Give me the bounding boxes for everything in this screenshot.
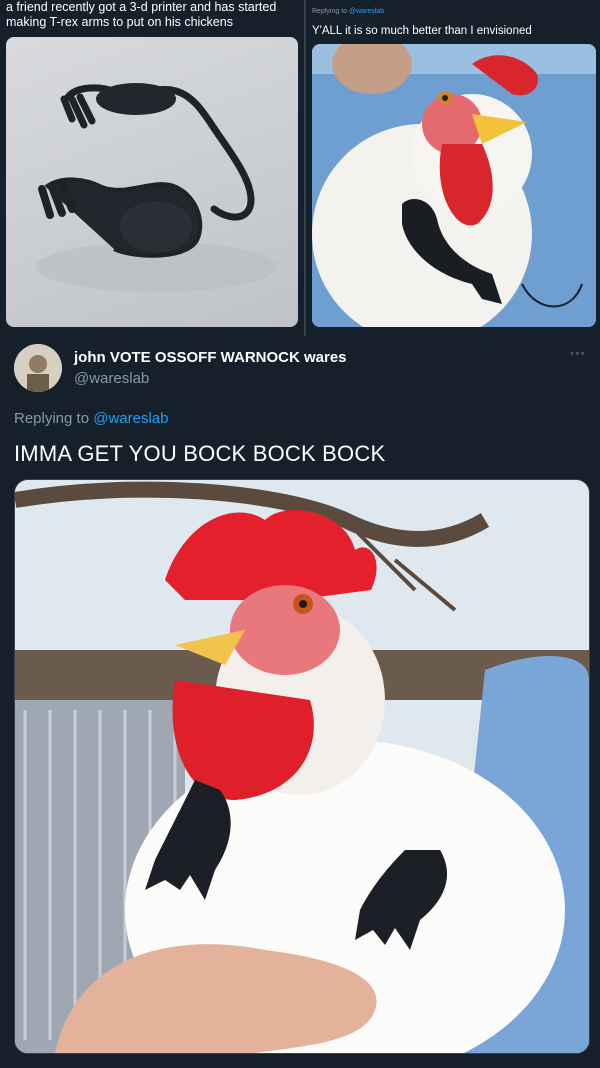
display-name[interactable]: john VOTE OSSOFF WARNOCK wares [74, 349, 347, 366]
replying-prefix: Replying to [312, 8, 349, 15]
post-caption: a friend recently got a 3-d printer and … [6, 0, 277, 29]
replying-to: Replying to @wareslab [14, 410, 168, 427]
printed-arms-photo[interactable] [6, 37, 298, 327]
avatar-image [14, 344, 62, 392]
tweet-text: IMMA GET YOU BOCK BOCK BOCK [14, 441, 386, 466]
quoted-post-left: a friend recently got a 3-d printer and … [0, 0, 306, 336]
replying-prefix: Replying to [14, 410, 94, 427]
avatar[interactable] [14, 344, 62, 392]
chicken-with-arms-illustration [312, 44, 596, 327]
t-rex-arms-illustration [36, 83, 276, 292]
replying-handle-link[interactable]: @wareslab [349, 8, 384, 15]
chicken-photo-small[interactable] [312, 44, 596, 327]
rooster-photo[interactable] [14, 479, 590, 1054]
quoted-post-right: Replying to @wareslab Y'ALL it is so muc… [306, 0, 600, 336]
user-handle[interactable]: @wareslab [74, 370, 149, 387]
replying-to-small: Replying to @wareslab [312, 8, 384, 15]
reply-text: Y'ALL it is so much better than I envisi… [312, 25, 532, 37]
replying-handle-link[interactable]: @wareslab [93, 410, 168, 427]
reply-tweet: john VOTE OSSOFF WARNOCK wares @wareslab… [0, 336, 600, 1068]
rooster-with-arms-illustration [15, 480, 589, 1053]
more-options-icon[interactable]: ◦◦◦ [570, 346, 586, 360]
